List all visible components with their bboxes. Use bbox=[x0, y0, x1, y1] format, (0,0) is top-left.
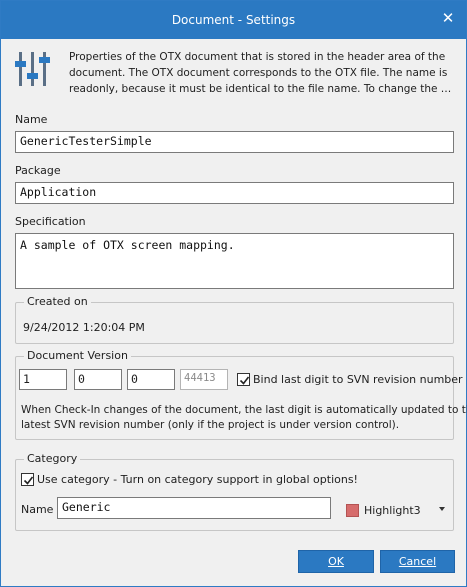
checkmark-icon bbox=[23, 476, 34, 485]
ok-button-label: OK bbox=[328, 555, 344, 568]
close-icon[interactable]: ✕ bbox=[440, 10, 456, 26]
package-field[interactable]: Application bbox=[15, 182, 454, 204]
intro-description: Properties of the OTX document that is s… bbox=[69, 49, 454, 97]
chevron-down-icon[interactable] bbox=[439, 507, 445, 511]
version-major-field[interactable]: 1 bbox=[19, 369, 67, 390]
category-name-label: Name bbox=[21, 503, 54, 516]
intro-line: readonly, because it must be identical t… bbox=[69, 83, 454, 95]
title-bar: Document - Settings ✕ bbox=[1, 1, 466, 39]
dialog-title: Document - Settings bbox=[171, 13, 296, 27]
bind-svn-checkbox[interactable] bbox=[237, 373, 250, 386]
intro-line: document. The OTX document corresponds t… bbox=[69, 67, 448, 79]
version-note-line: When Check-In changes of the document, t… bbox=[21, 404, 467, 416]
version-note-line: latest SVN revision number (only if the … bbox=[21, 419, 400, 431]
use-category-checkbox[interactable] bbox=[21, 473, 34, 486]
specification-field[interactable]: A sample of OTX screen mapping. bbox=[15, 233, 454, 289]
category-title: Category bbox=[24, 452, 81, 465]
version-revision-field: 44413 bbox=[180, 369, 228, 390]
version-minor-field[interactable]: 0 bbox=[74, 369, 122, 390]
highlight-color-swatch bbox=[346, 504, 359, 517]
category-name-field[interactable]: Generic bbox=[57, 497, 331, 519]
intro-line: Properties of the OTX document that is s… bbox=[69, 51, 446, 63]
cancel-button[interactable]: Cancel bbox=[380, 550, 455, 573]
use-category-label: Use category - Turn on category support … bbox=[37, 473, 358, 486]
specification-label: Specification bbox=[15, 215, 86, 228]
created-on-title: Created on bbox=[24, 295, 91, 308]
cancel-button-label: Cancel bbox=[398, 555, 437, 568]
category-group: Category bbox=[15, 452, 454, 531]
name-label: Name bbox=[15, 113, 48, 126]
ok-button[interactable]: OK bbox=[298, 550, 374, 573]
bind-svn-label: Bind last digit to SVN revision number bbox=[253, 373, 463, 386]
version-build-field[interactable]: 0 bbox=[127, 369, 175, 390]
settings-dialog: Document - Settings ✕ Properties of the … bbox=[0, 0, 467, 587]
created-on-value: 9/24/2012 1:20:04 PM bbox=[23, 321, 145, 334]
document-version-title: Document Version bbox=[24, 349, 131, 362]
package-label: Package bbox=[15, 164, 61, 177]
checkmark-icon bbox=[239, 376, 250, 385]
settings-sliders-icon bbox=[15, 49, 55, 89]
name-field[interactable]: GenericTesterSimple bbox=[15, 131, 454, 153]
highlight-select-value[interactable]: Highlight3 bbox=[364, 504, 421, 517]
